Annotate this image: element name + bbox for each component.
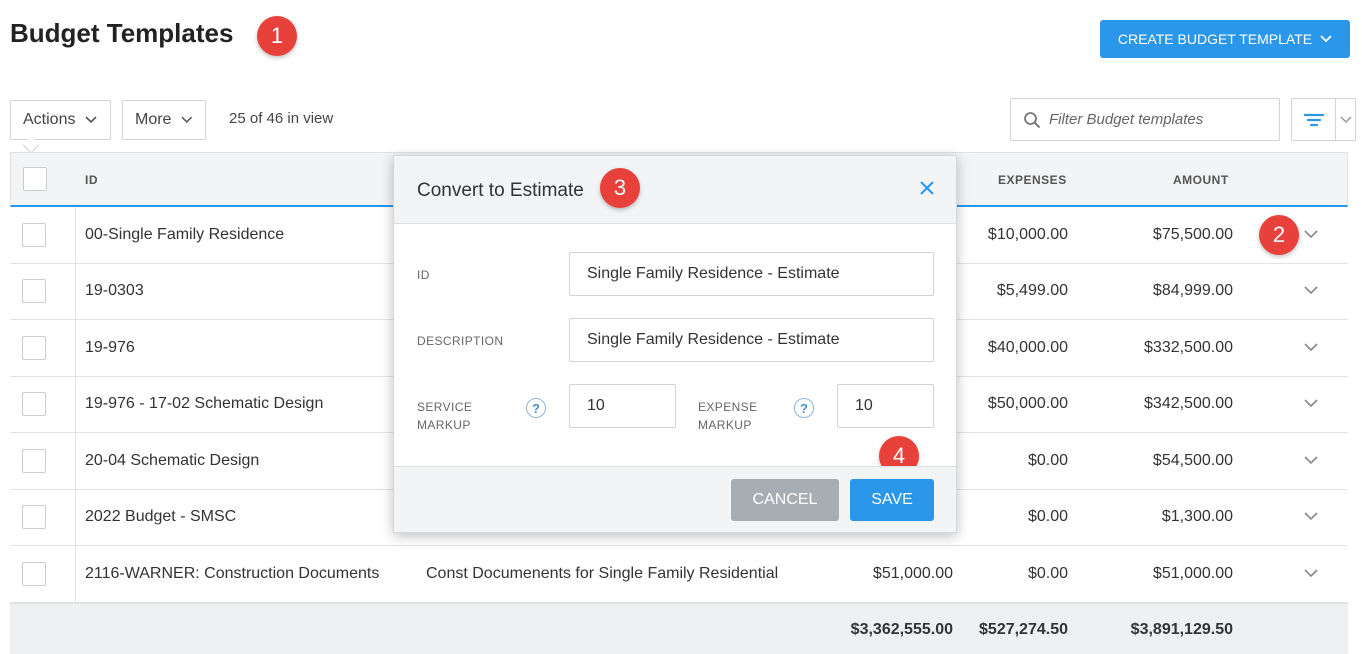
total-services: $3,362,555.00 <box>850 621 953 638</box>
table-totals-row: $3,362,555.00 $527,274.50 $3,891,129.50 <box>10 602 1348 654</box>
dialog-header: Convert to Estimate <box>394 156 956 224</box>
id-field[interactable] <box>569 252 934 296</box>
service-markup-field[interactable] <box>569 384 676 428</box>
create-button-label: CREATE BUDGET TEMPLATE <box>1117 31 1313 47</box>
annotation-badge-3: 3 <box>600 168 640 208</box>
row-expenses: $0.00 <box>1027 564 1068 582</box>
create-budget-template-button[interactable]: CREATE BUDGET TEMPLATE <box>1100 20 1350 58</box>
column-divider <box>75 207 76 263</box>
expense-markup-label-line1: EXPENSE <box>698 400 758 414</box>
filter-toggle[interactable] <box>1292 99 1336 140</box>
row-amount: $51,000.00 <box>1152 564 1233 582</box>
row-amount: $75,500.00 <box>1152 225 1233 243</box>
row-checkbox[interactable] <box>22 222 46 247</box>
actions-label: Actions <box>23 111 76 128</box>
dialog-title: Convert to Estimate <box>417 180 584 201</box>
column-divider <box>75 263 76 319</box>
row-checkbox[interactable] <box>22 335 46 360</box>
row-expenses: $0.00 <box>1027 508 1068 526</box>
more-dropdown[interactable]: More <box>122 100 206 140</box>
chevron-down-icon[interactable] <box>1304 226 1318 244</box>
row-checkbox[interactable] <box>22 505 46 530</box>
service-markup-label-line2: MARKUP <box>417 418 471 432</box>
chevron-down-icon <box>181 116 193 124</box>
table-row[interactable]: 2116-WARNER: Construction Documents Cons… <box>10 546 1348 603</box>
page-title: Budget Templates <box>10 18 234 48</box>
actions-dropdown[interactable]: Actions <box>10 100 111 140</box>
row-expenses: $10,000.00 <box>987 225 1068 243</box>
records-in-view: 25 of 46 in view <box>229 110 334 127</box>
chevron-down-icon[interactable] <box>1304 452 1318 470</box>
column-divider <box>75 433 76 489</box>
filter-search-box[interactable] <box>1010 98 1280 141</box>
chevron-down-icon[interactable] <box>1304 339 1318 357</box>
service-markup-help-icon[interactable]: ? <box>526 398 546 418</box>
expense-markup-field[interactable] <box>837 384 934 428</box>
filter-input[interactable] <box>1049 111 1269 128</box>
total-expenses: $527,274.50 <box>979 621 1068 638</box>
column-header-id[interactable]: ID <box>85 173 98 187</box>
row-amount: $84,999.00 <box>1152 282 1233 300</box>
description-field[interactable] <box>569 318 934 362</box>
chevron-down-icon[interactable] <box>1304 282 1318 300</box>
annotation-badge-2: 2 <box>1259 215 1299 255</box>
row-id[interactable]: 2022 Budget - SMSC <box>85 508 236 526</box>
expense-markup-label-line2: MARKUP <box>698 418 752 432</box>
expense-markup-label: EXPENSE MARKUP <box>698 398 758 434</box>
row-id[interactable]: 19-976 <box>85 339 135 357</box>
column-divider <box>75 320 76 376</box>
row-expenses: $0.00 <box>1027 451 1068 469</box>
column-divider <box>75 376 76 432</box>
search-icon <box>1024 111 1041 128</box>
chevron-down-icon[interactable] <box>1304 508 1318 526</box>
id-field-label: ID <box>417 268 430 282</box>
row-description: Const Documenents for Single Family Resi… <box>426 564 779 582</box>
row-id[interactable]: 00-Single Family Residence <box>85 226 284 244</box>
chevron-down-icon[interactable] <box>1304 395 1318 413</box>
dialog-footer: CANCEL SAVE <box>394 466 956 532</box>
row-checkbox[interactable] <box>22 448 46 473</box>
more-label: More <box>135 111 172 128</box>
select-all-checkbox[interactable] <box>23 167 47 191</box>
service-markup-label-line1: SERVICE <box>417 400 473 414</box>
convert-to-estimate-dialog: Convert to Estimate 3 ID DESCRIPTION SER… <box>393 155 957 533</box>
column-divider <box>75 546 76 602</box>
close-icon[interactable] <box>920 181 934 200</box>
row-id[interactable]: 20-04 Schematic Design <box>85 452 259 470</box>
cancel-button[interactable]: CANCEL <box>731 479 839 521</box>
row-amount: $54,500.00 <box>1152 451 1233 469</box>
save-button[interactable]: SAVE <box>850 479 934 521</box>
row-expenses: $5,499.00 <box>996 282 1068 300</box>
annotation-badge-1: 1 <box>257 16 297 56</box>
row-checkbox[interactable] <box>22 279 46 304</box>
chevron-down-icon <box>85 116 98 124</box>
row-id[interactable]: 2116-WARNER: Construction Documents <box>85 565 379 583</box>
filter-icon <box>1303 113 1324 126</box>
service-markup-label: SERVICE MARKUP <box>417 398 472 434</box>
row-id[interactable]: 19-0303 <box>85 282 144 300</box>
total-amount: $3,891,129.50 <box>1130 621 1233 638</box>
filter-dropdown-toggle[interactable] <box>1336 115 1355 124</box>
row-checkbox[interactable] <box>22 561 46 586</box>
column-divider <box>75 489 76 545</box>
chevron-down-icon[interactable] <box>1304 565 1318 583</box>
row-amount: $342,500.00 <box>1144 395 1233 413</box>
filter-options-button[interactable] <box>1291 98 1356 141</box>
description-field-label: DESCRIPTION <box>417 334 504 348</box>
column-header-expenses[interactable]: EXPENSES <box>998 173 1067 187</box>
row-checkbox[interactable] <box>22 392 46 417</box>
row-expenses: $50,000.00 <box>987 395 1068 413</box>
row-services: $51,000.00 <box>872 564 953 582</box>
expense-markup-help-icon[interactable]: ? <box>794 398 814 418</box>
row-id[interactable]: 19-976 - 17-02 Schematic Design <box>85 395 323 413</box>
row-amount: $332,500.00 <box>1144 338 1233 356</box>
column-header-amount[interactable]: AMOUNT <box>1173 173 1229 187</box>
row-expenses: $40,000.00 <box>987 338 1068 356</box>
row-amount: $1,300.00 <box>1161 508 1233 526</box>
chevron-down-icon <box>1320 35 1332 43</box>
chevron-down-icon <box>1339 115 1352 123</box>
